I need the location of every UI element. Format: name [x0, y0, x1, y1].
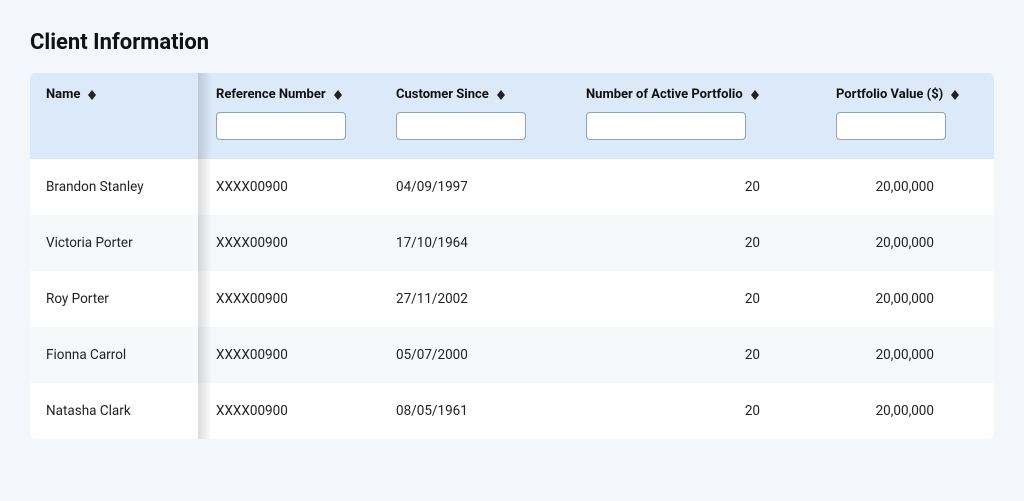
client-table: Name Reference Number: [30, 73, 994, 439]
cell-reference: XXXX00900: [200, 383, 380, 439]
cell-active-portfolio: 20: [570, 383, 820, 439]
cell-name: Fionna Carrol: [30, 327, 200, 383]
table-row: Fionna CarrolXXXX0090005/07/20002020,00,…: [30, 327, 994, 383]
column-header-portfolio-value[interactable]: Portfolio Value ($): [836, 87, 943, 102]
filter-input-active-portfolio[interactable]: [586, 112, 746, 140]
cell-name: Natasha Clark: [30, 383, 200, 439]
page-title: Client Information: [30, 30, 994, 55]
sort-icon[interactable]: [497, 90, 505, 100]
table-row: Victoria PorterXXXX0090017/10/19642020,0…: [30, 215, 994, 271]
cell-customer-since: 04/09/1997: [380, 159, 570, 215]
sort-icon[interactable]: [334, 90, 342, 100]
cell-customer-since: 08/05/1961: [380, 383, 570, 439]
cell-portfolio-value: 20,00,000: [820, 215, 994, 271]
cell-customer-since: 05/07/2000: [380, 327, 570, 383]
table-row: Natasha ClarkXXXX0090008/05/19612020,00,…: [30, 383, 994, 439]
filter-input-portfolio-value[interactable]: [836, 112, 946, 140]
cell-name: Brandon Stanley: [30, 159, 200, 215]
sort-icon[interactable]: [88, 90, 96, 100]
cell-name: Roy Porter: [30, 271, 200, 327]
cell-name: Victoria Porter: [30, 215, 200, 271]
column-header-active-portfolio[interactable]: Number of Active Portfolio: [586, 87, 743, 102]
client-table-container: Name Reference Number: [30, 73, 994, 439]
cell-portfolio-value: 20,00,000: [820, 383, 994, 439]
column-header-reference[interactable]: Reference Number: [216, 87, 326, 102]
filter-input-customer-since[interactable]: [396, 112, 526, 140]
table-row: Brandon StanleyXXXX0090004/09/19972020,0…: [30, 159, 994, 215]
cell-portfolio-value: 20,00,000: [820, 159, 994, 215]
cell-reference: XXXX00900: [200, 215, 380, 271]
cell-reference: XXXX00900: [200, 159, 380, 215]
cell-portfolio-value: 20,00,000: [820, 327, 994, 383]
cell-active-portfolio: 20: [570, 327, 820, 383]
cell-reference: XXXX00900: [200, 327, 380, 383]
filter-input-reference[interactable]: [216, 112, 346, 140]
column-header-name[interactable]: Name: [46, 87, 80, 102]
cell-customer-since: 27/11/2002: [380, 271, 570, 327]
cell-customer-since: 17/10/1964: [380, 215, 570, 271]
cell-active-portfolio: 20: [570, 271, 820, 327]
sort-icon[interactable]: [951, 90, 959, 100]
cell-active-portfolio: 20: [570, 215, 820, 271]
cell-portfolio-value: 20,00,000: [820, 271, 994, 327]
sort-icon[interactable]: [751, 90, 759, 100]
table-row: Roy PorterXXXX0090027/11/20022020,00,000: [30, 271, 994, 327]
cell-active-portfolio: 20: [570, 159, 820, 215]
cell-reference: XXXX00900: [200, 271, 380, 327]
column-header-customer-since[interactable]: Customer Since: [396, 87, 489, 102]
